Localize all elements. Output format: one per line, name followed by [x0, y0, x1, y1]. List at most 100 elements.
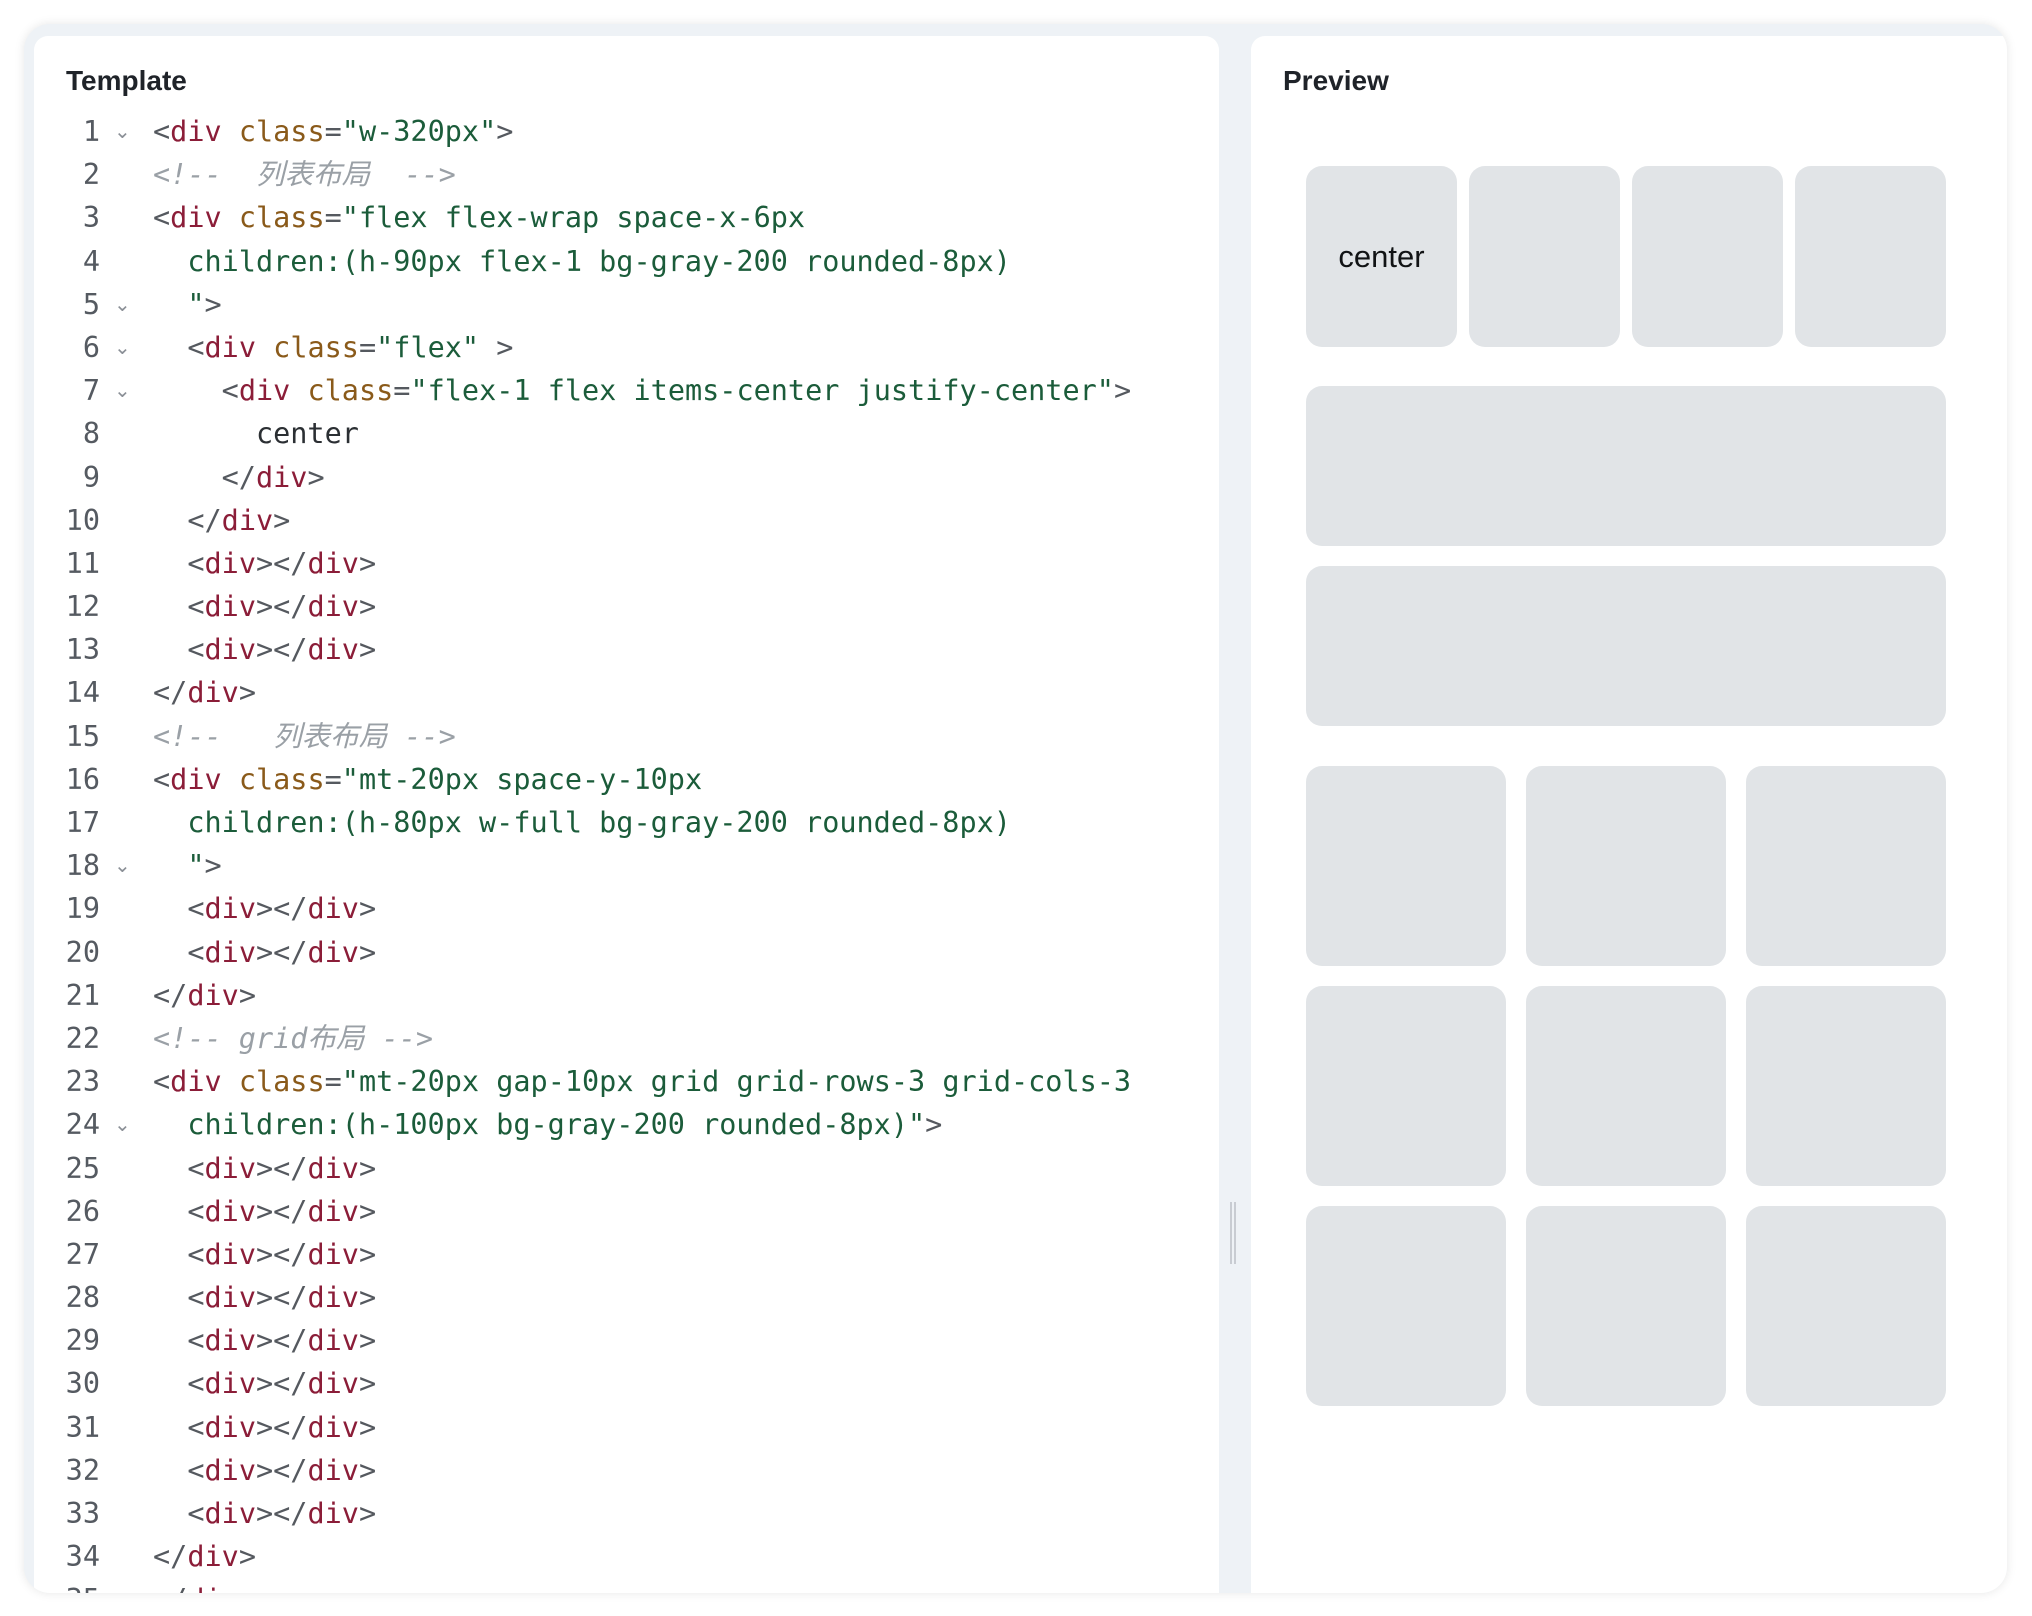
- code-line[interactable]: 21 </div>: [34, 974, 1219, 1017]
- code-line[interactable]: 1 ⌄ <div class="w-320px">: [34, 110, 1219, 153]
- code-token: >: [1113, 374, 1132, 408]
- chevron-down-icon[interactable]: ⌄: [114, 844, 134, 887]
- code-line[interactable]: 13 <div></div>: [34, 628, 1219, 671]
- code-text: <div class="flex" >: [153, 326, 513, 369]
- chevron-down-icon[interactable]: ⌄: [114, 369, 134, 412]
- chevron-down-icon[interactable]: ⌄: [114, 1103, 134, 1146]
- code-token: <: [153, 201, 171, 235]
- code-line[interactable]: 35 </div>: [34, 1578, 1219, 1593]
- code-token: >: [238, 978, 256, 1012]
- code-token: >: [358, 1453, 377, 1487]
- code-line[interactable]: 27 <div></div>: [34, 1233, 1219, 1276]
- code-text: ">: [153, 844, 222, 887]
- code-token: >: [358, 1410, 377, 1444]
- preview-grid-item-1: [1306, 766, 1506, 966]
- code-token: >: [204, 849, 222, 883]
- code-text: children:(h-90px flex-1 bg-gray-200 roun…: [153, 240, 1011, 283]
- code-token: =: [324, 201, 342, 235]
- line-number: 4: [82, 244, 100, 278]
- preview-list-item-1: [1306, 386, 1946, 546]
- code-token: >: [358, 1367, 377, 1401]
- code-line[interactable]: 23 <div class="mt-20px gap-10px grid grid…: [34, 1060, 1219, 1103]
- code-line[interactable]: 3 <div class="flex flex-wrap space-x-6px: [34, 196, 1219, 239]
- code-token: center: [255, 417, 359, 451]
- code-token: div: [204, 633, 256, 667]
- line-number: 2: [82, 158, 100, 192]
- code-line[interactable]: 28 <div></div>: [34, 1276, 1219, 1319]
- code-token: children:(h-90px flex-1 bg-gray-200 roun…: [187, 244, 1011, 278]
- code-line[interactable]: 10 </div>: [34, 499, 1219, 542]
- code-line[interactable]: 30 <div></div>: [34, 1362, 1219, 1405]
- code-line[interactable]: 20 <div></div>: [34, 931, 1219, 974]
- code-text: <div></div>: [153, 1233, 376, 1276]
- line-number: 22: [65, 1021, 100, 1055]
- code-token: div: [307, 1453, 359, 1487]
- preview-grid-item-8: [1526, 1206, 1726, 1406]
- code-text: <div></div>: [153, 1449, 376, 1492]
- chevron-down-icon[interactable]: ⌄: [114, 283, 134, 326]
- line-number: 18: [65, 849, 100, 883]
- code-line[interactable]: 33 <div></div>: [34, 1492, 1219, 1535]
- code-line[interactable]: 18 ⌄ ">: [34, 844, 1219, 887]
- code-line[interactable]: 6 ⌄ <div class="flex" >: [34, 326, 1219, 369]
- line-number: 27: [65, 1237, 100, 1271]
- code-text: <div></div>: [153, 585, 376, 628]
- code-token: div: [204, 1324, 256, 1358]
- code-line[interactable]: 17 children:(h-80px w-full bg-gray-200 r…: [34, 801, 1219, 844]
- line-number: 23: [65, 1065, 100, 1099]
- code-text: <!-- 列表布局 -->: [153, 153, 456, 196]
- code-line[interactable]: 16 <div class="mt-20px space-y-10px: [34, 758, 1219, 801]
- code-token: ></: [255, 1410, 308, 1444]
- code-token: div: [187, 1540, 239, 1574]
- code-line[interactable]: 12 <div></div>: [34, 585, 1219, 628]
- code-token: ></: [255, 1497, 308, 1530]
- code-token: div: [307, 1410, 359, 1444]
- code-token: ": [187, 287, 205, 321]
- code-token: class: [307, 374, 394, 408]
- code-line[interactable]: 15 <!-- 列表布局 -->: [34, 715, 1219, 758]
- chevron-down-icon[interactable]: ⌄: [114, 110, 134, 153]
- code-editor[interactable]: 1 ⌄ <div class="w-320px"> 2 <!-- 列表布局 --> 3 <d…: [34, 110, 1219, 1593]
- code-line[interactable]: 22 <!-- grid布局 -->: [34, 1017, 1219, 1060]
- code-line[interactable]: 29 <div></div>: [34, 1319, 1219, 1362]
- code-token: =: [358, 330, 377, 364]
- code-token: div: [307, 1281, 359, 1315]
- code-token: =: [324, 1065, 342, 1099]
- code-token: >: [358, 590, 377, 624]
- code-token: ": [187, 849, 205, 883]
- code-line[interactable]: 9 </div>: [34, 456, 1219, 499]
- code-line[interactable]: 34 </div>: [34, 1535, 1219, 1578]
- line-number: 7: [82, 374, 100, 408]
- chevron-down-icon[interactable]: ⌄: [114, 326, 134, 369]
- code-line[interactable]: 26 <div></div>: [34, 1190, 1219, 1233]
- code-token: <: [187, 330, 205, 364]
- code-token: div: [170, 1065, 222, 1099]
- panel-resize-handle[interactable]: [1230, 1202, 1236, 1264]
- code-token: div: [307, 633, 359, 667]
- code-line[interactable]: 24 ⌄ children:(h-100px bg-gray-200 rounde…: [34, 1103, 1219, 1146]
- code-token: div: [204, 935, 256, 969]
- code-line[interactable]: 19 <div></div>: [34, 887, 1219, 930]
- code-line[interactable]: 5 ⌄ ">: [34, 283, 1219, 326]
- code-text: <div></div>: [153, 1190, 376, 1233]
- code-token: <: [187, 892, 205, 926]
- code-token: "mt-20px space-y-10px: [341, 762, 703, 796]
- code-line[interactable]: 7 ⌄ <div class="flex-1 flex items-center …: [34, 369, 1219, 412]
- code-line[interactable]: 31 <div></div>: [34, 1406, 1219, 1449]
- code-line[interactable]: 4 children:(h-90px flex-1 bg-gray-200 ro…: [34, 240, 1219, 283]
- code-line[interactable]: 14 </div>: [34, 671, 1219, 714]
- code-text: <!-- grid布局 -->: [153, 1017, 433, 1060]
- code-text: ">: [153, 283, 221, 326]
- code-token: div: [204, 590, 256, 624]
- code-token: ></: [255, 935, 308, 969]
- code-text: <div class="flex flex-wrap space-x-6px: [153, 196, 805, 239]
- code-line[interactable]: 8 center: [34, 412, 1219, 455]
- preview-grid-item-5: [1526, 986, 1726, 1186]
- code-line[interactable]: 25 <div></div>: [34, 1147, 1219, 1190]
- code-line[interactable]: 2 <!-- 列表布局 -->: [34, 153, 1219, 196]
- code-line[interactable]: 11 <div></div>: [34, 542, 1219, 585]
- code-line[interactable]: 32 <div></div>: [34, 1449, 1219, 1492]
- line-number: 15: [65, 719, 100, 753]
- line-number: 5: [82, 287, 100, 321]
